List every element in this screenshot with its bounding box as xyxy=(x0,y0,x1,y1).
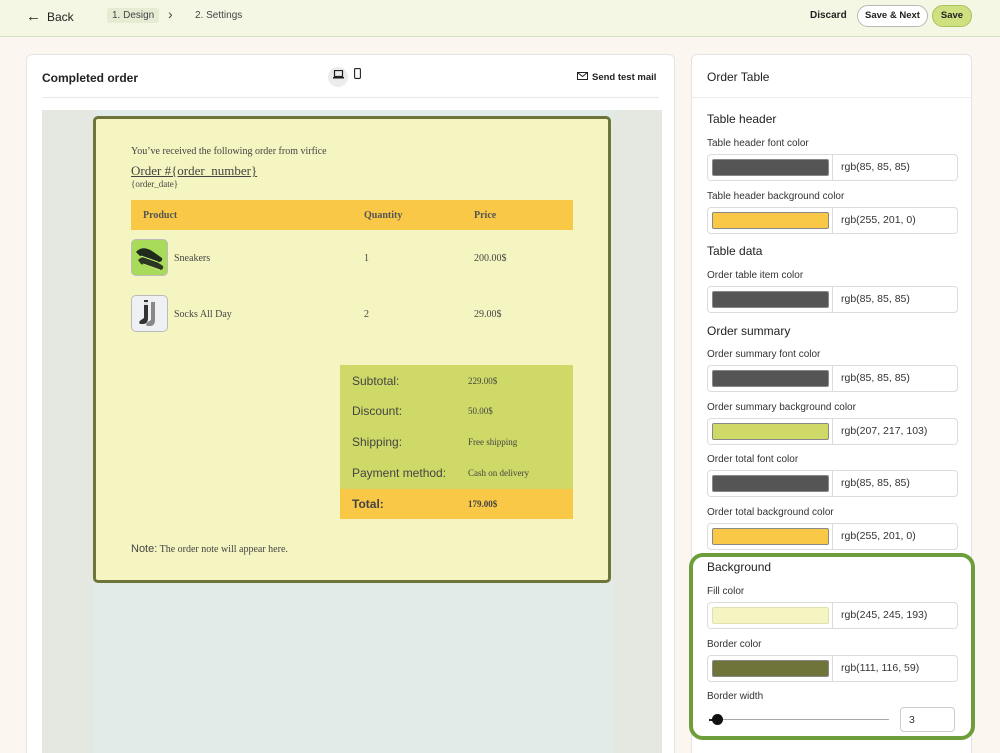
order-table-item-color-field[interactable]: rgb(85, 85, 85) xyxy=(707,286,958,313)
color-value[interactable]: rgb(207, 217, 103) xyxy=(841,425,927,437)
order-summary-bg-color-field[interactable]: rgb(207, 217, 103) xyxy=(707,418,958,445)
summary-row: Subtotal: 229.00$ xyxy=(340,365,573,395)
total-label: Total: xyxy=(352,497,384,511)
summary-row: Payment method: Cash on delivery xyxy=(340,457,573,487)
summary-label: Payment method: xyxy=(352,466,447,480)
color-swatch[interactable] xyxy=(712,370,829,387)
color-swatch[interactable] xyxy=(712,159,829,176)
section-table-header: Table header xyxy=(707,112,777,126)
note-text: The order note will appear here. xyxy=(157,544,288,555)
field-separator xyxy=(832,287,833,312)
table-header-font-color-field[interactable]: rgb(85, 85, 85) xyxy=(707,154,958,181)
back-button[interactable]: ← Back xyxy=(26,8,74,25)
order-total-font-color-field[interactable]: rgb(85, 85, 85) xyxy=(707,470,958,497)
save-next-button[interactable]: Save & Next xyxy=(857,5,928,27)
field-label: Order total font color xyxy=(707,454,799,465)
field-separator xyxy=(832,366,833,391)
table-header-bg-color-field[interactable]: rgb(255, 201, 0) xyxy=(707,207,958,234)
divider xyxy=(42,97,659,98)
mail-icon xyxy=(577,72,588,83)
divider xyxy=(692,97,971,98)
table-row: Socks All Day 2 29.00$ xyxy=(131,295,573,335)
field-label: Order summary font color xyxy=(707,349,821,360)
laptop-icon[interactable] xyxy=(328,67,348,87)
summary-value: 229.00$ xyxy=(468,376,498,386)
color-value[interactable]: rgb(255, 201, 0) xyxy=(841,214,916,226)
back-label: Back xyxy=(47,9,74,24)
summary-value: 50.00$ xyxy=(468,406,493,416)
color-value[interactable]: rgb(85, 85, 85) xyxy=(841,293,910,305)
table-row: Sneakers 1 200.00$ xyxy=(131,239,573,279)
product-price: 200.00$ xyxy=(474,253,507,264)
field-separator xyxy=(832,208,833,233)
order-date: {order_date} xyxy=(131,179,179,189)
background-section-highlight xyxy=(689,553,975,740)
color-swatch[interactable] xyxy=(712,291,829,308)
order-summary-font-color-field[interactable]: rgb(85, 85, 85) xyxy=(707,365,958,392)
summary-value: Free shipping xyxy=(468,437,518,447)
order-note: Note: The order note will appear here. xyxy=(131,543,288,555)
chevron-right-icon: › xyxy=(168,6,173,22)
header-product: Product xyxy=(143,210,178,221)
color-swatch[interactable] xyxy=(712,475,829,492)
field-label: Table header background color xyxy=(707,191,845,202)
color-swatch[interactable] xyxy=(712,423,829,440)
socks-image xyxy=(131,295,168,332)
note-label: Note: xyxy=(131,543,158,555)
section-table-data: Table data xyxy=(707,244,763,258)
field-separator xyxy=(832,471,833,496)
summary-row: Shipping: Free shipping xyxy=(340,426,573,456)
color-value[interactable]: rgb(255, 201, 0) xyxy=(841,530,916,542)
header-price: Price xyxy=(474,210,497,221)
summary-label: Discount: xyxy=(352,404,403,418)
color-value[interactable]: rgb(85, 85, 85) xyxy=(841,161,910,173)
product-name: Sneakers xyxy=(174,253,211,264)
step-design[interactable]: 1. Design xyxy=(107,8,160,23)
field-separator xyxy=(832,419,833,444)
summary-label: Subtotal: xyxy=(352,374,400,388)
section-order-summary: Order summary xyxy=(707,324,791,338)
step-settings[interactable]: 2. Settings xyxy=(195,10,242,21)
color-value[interactable]: rgb(85, 85, 85) xyxy=(841,477,910,489)
order-number-link[interactable]: Order #{order_number} xyxy=(131,163,257,179)
order-table-block[interactable]: You’ve received the following order from… xyxy=(93,116,611,583)
mobile-icon[interactable] xyxy=(354,68,361,82)
color-value[interactable]: rgb(85, 85, 85) xyxy=(841,372,910,384)
color-swatch[interactable] xyxy=(712,212,829,229)
discard-button[interactable]: Discard xyxy=(810,10,847,21)
send-test-mail-button[interactable]: Send test mail xyxy=(577,72,656,83)
email-preview-canvas: You’ve received the following order from… xyxy=(42,110,662,753)
product-quantity: 2 xyxy=(364,309,369,320)
header-quantity: Quantity xyxy=(364,210,403,221)
sneakers-image xyxy=(131,239,168,276)
product-name: Socks All Day xyxy=(174,309,232,320)
table-header-row: Product Quantity Price xyxy=(131,200,573,230)
save-button[interactable]: Save xyxy=(932,5,972,27)
preview-title: Completed order xyxy=(42,71,139,85)
summary-label: Shipping: xyxy=(352,435,403,449)
total-value: 179.00$ xyxy=(468,499,498,509)
field-label: Order summary background color xyxy=(707,402,856,413)
summary-row: Discount: 50.00$ xyxy=(340,395,573,425)
arrow-left-icon: ← xyxy=(26,8,41,25)
field-label: Order table item color xyxy=(707,270,804,281)
summary-value: Cash on delivery xyxy=(468,468,529,478)
panel-title: Order Table xyxy=(707,70,770,84)
order-total-bg-color-field[interactable]: rgb(255, 201, 0) xyxy=(707,523,958,550)
field-separator xyxy=(832,155,833,180)
color-swatch[interactable] xyxy=(712,528,829,545)
send-test-mail-label: Send test mail xyxy=(592,72,657,83)
field-label: Order total background color xyxy=(707,507,834,518)
intro-text: You’ve received the following order from… xyxy=(131,146,327,157)
field-label: Table header font color xyxy=(707,138,809,149)
field-separator xyxy=(832,524,833,549)
product-price: 29.00$ xyxy=(474,309,502,320)
product-quantity: 1 xyxy=(364,253,369,264)
order-total-row: Total: 179.00$ xyxy=(340,489,573,519)
preview-card: Completed order Send test mail You’ve re… xyxy=(26,54,675,753)
top-bar: ← Back 1. Design › 2. Settings Discard S… xyxy=(0,0,1000,37)
